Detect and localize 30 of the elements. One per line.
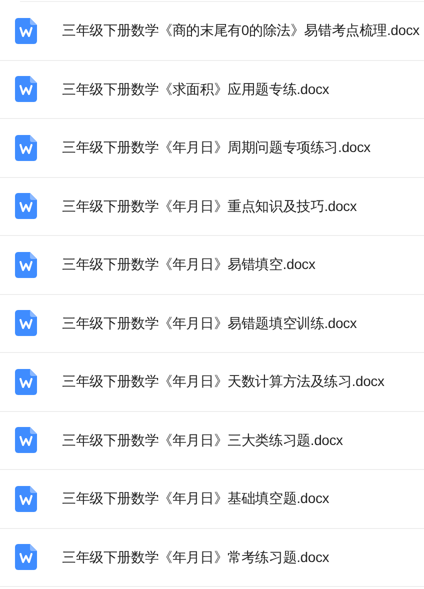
file-name: 三年级下册数学《年月日》易错填空.docx bbox=[62, 255, 316, 274]
file-row[interactable]: 三年级下册数学《求面积》应用题专练.docx bbox=[0, 60, 424, 119]
document-icon bbox=[15, 252, 37, 278]
document-icon bbox=[15, 76, 37, 102]
file-row[interactable]: 三年级下册数学《年月日》重点知识及技巧.docx bbox=[0, 178, 424, 236]
file-name: 三年级下册数学《年月日》基础填空题.docx bbox=[62, 489, 330, 508]
document-icon bbox=[15, 134, 37, 161]
file-name: 三年级下册数学《年月日》周期问题专项练习.docx bbox=[62, 138, 370, 158]
document-icon bbox=[15, 486, 37, 512]
file-name: 三年级下册数学《年月日》三大类练习题.docx bbox=[62, 430, 343, 450]
document-icon bbox=[15, 18, 37, 44]
file-name: 三年级下册数学《年月日》常考练习题.docx bbox=[62, 548, 330, 567]
file-name: 三年级下册数学《年月日》易错题填空训练.docx bbox=[62, 314, 357, 333]
document-icon bbox=[15, 193, 37, 220]
file-row[interactable]: 三年级下册数学《年月日》基础填空题.docx bbox=[0, 470, 424, 528]
file-name: 三年级下册数学《求面积》应用题专练.docx bbox=[62, 80, 330, 99]
file-row[interactable]: 三年级下册数学《年月日》易错题填空训练.docx bbox=[0, 294, 424, 353]
file-name: 三年级下册数学《年月日》天数计算方法及练习.docx bbox=[62, 372, 384, 392]
file-row[interactable]: 三年级下册数学《年月日》常考练习题.docx bbox=[0, 528, 424, 587]
file-row[interactable]: 三年级下册数学《年月日》三大类练习题.docx bbox=[0, 412, 424, 470]
document-icon bbox=[15, 310, 37, 336]
file-row[interactable]: 三年级下册数学《年月日》周期问题专项练习.docx bbox=[0, 119, 424, 178]
file-name: 三年级下册数学《年月日》重点知识及技巧.docx bbox=[62, 196, 357, 216]
file-row[interactable]: 三年级下册数学《年月日》天数计算方法及练习.docx bbox=[0, 353, 424, 412]
file-name: 三年级下册数学《商的末尾有0的除法》易错考点梳理.docx bbox=[62, 21, 420, 40]
file-row[interactable]: 三年级下册数学《商的末尾有0的除法》易错考点梳理.docx bbox=[0, 2, 424, 60]
document-icon bbox=[15, 427, 37, 454]
document-icon bbox=[15, 544, 37, 570]
document-icon bbox=[15, 368, 37, 395]
file-row[interactable]: 三年级下册数学《年月日》易错填空.docx bbox=[0, 236, 424, 294]
